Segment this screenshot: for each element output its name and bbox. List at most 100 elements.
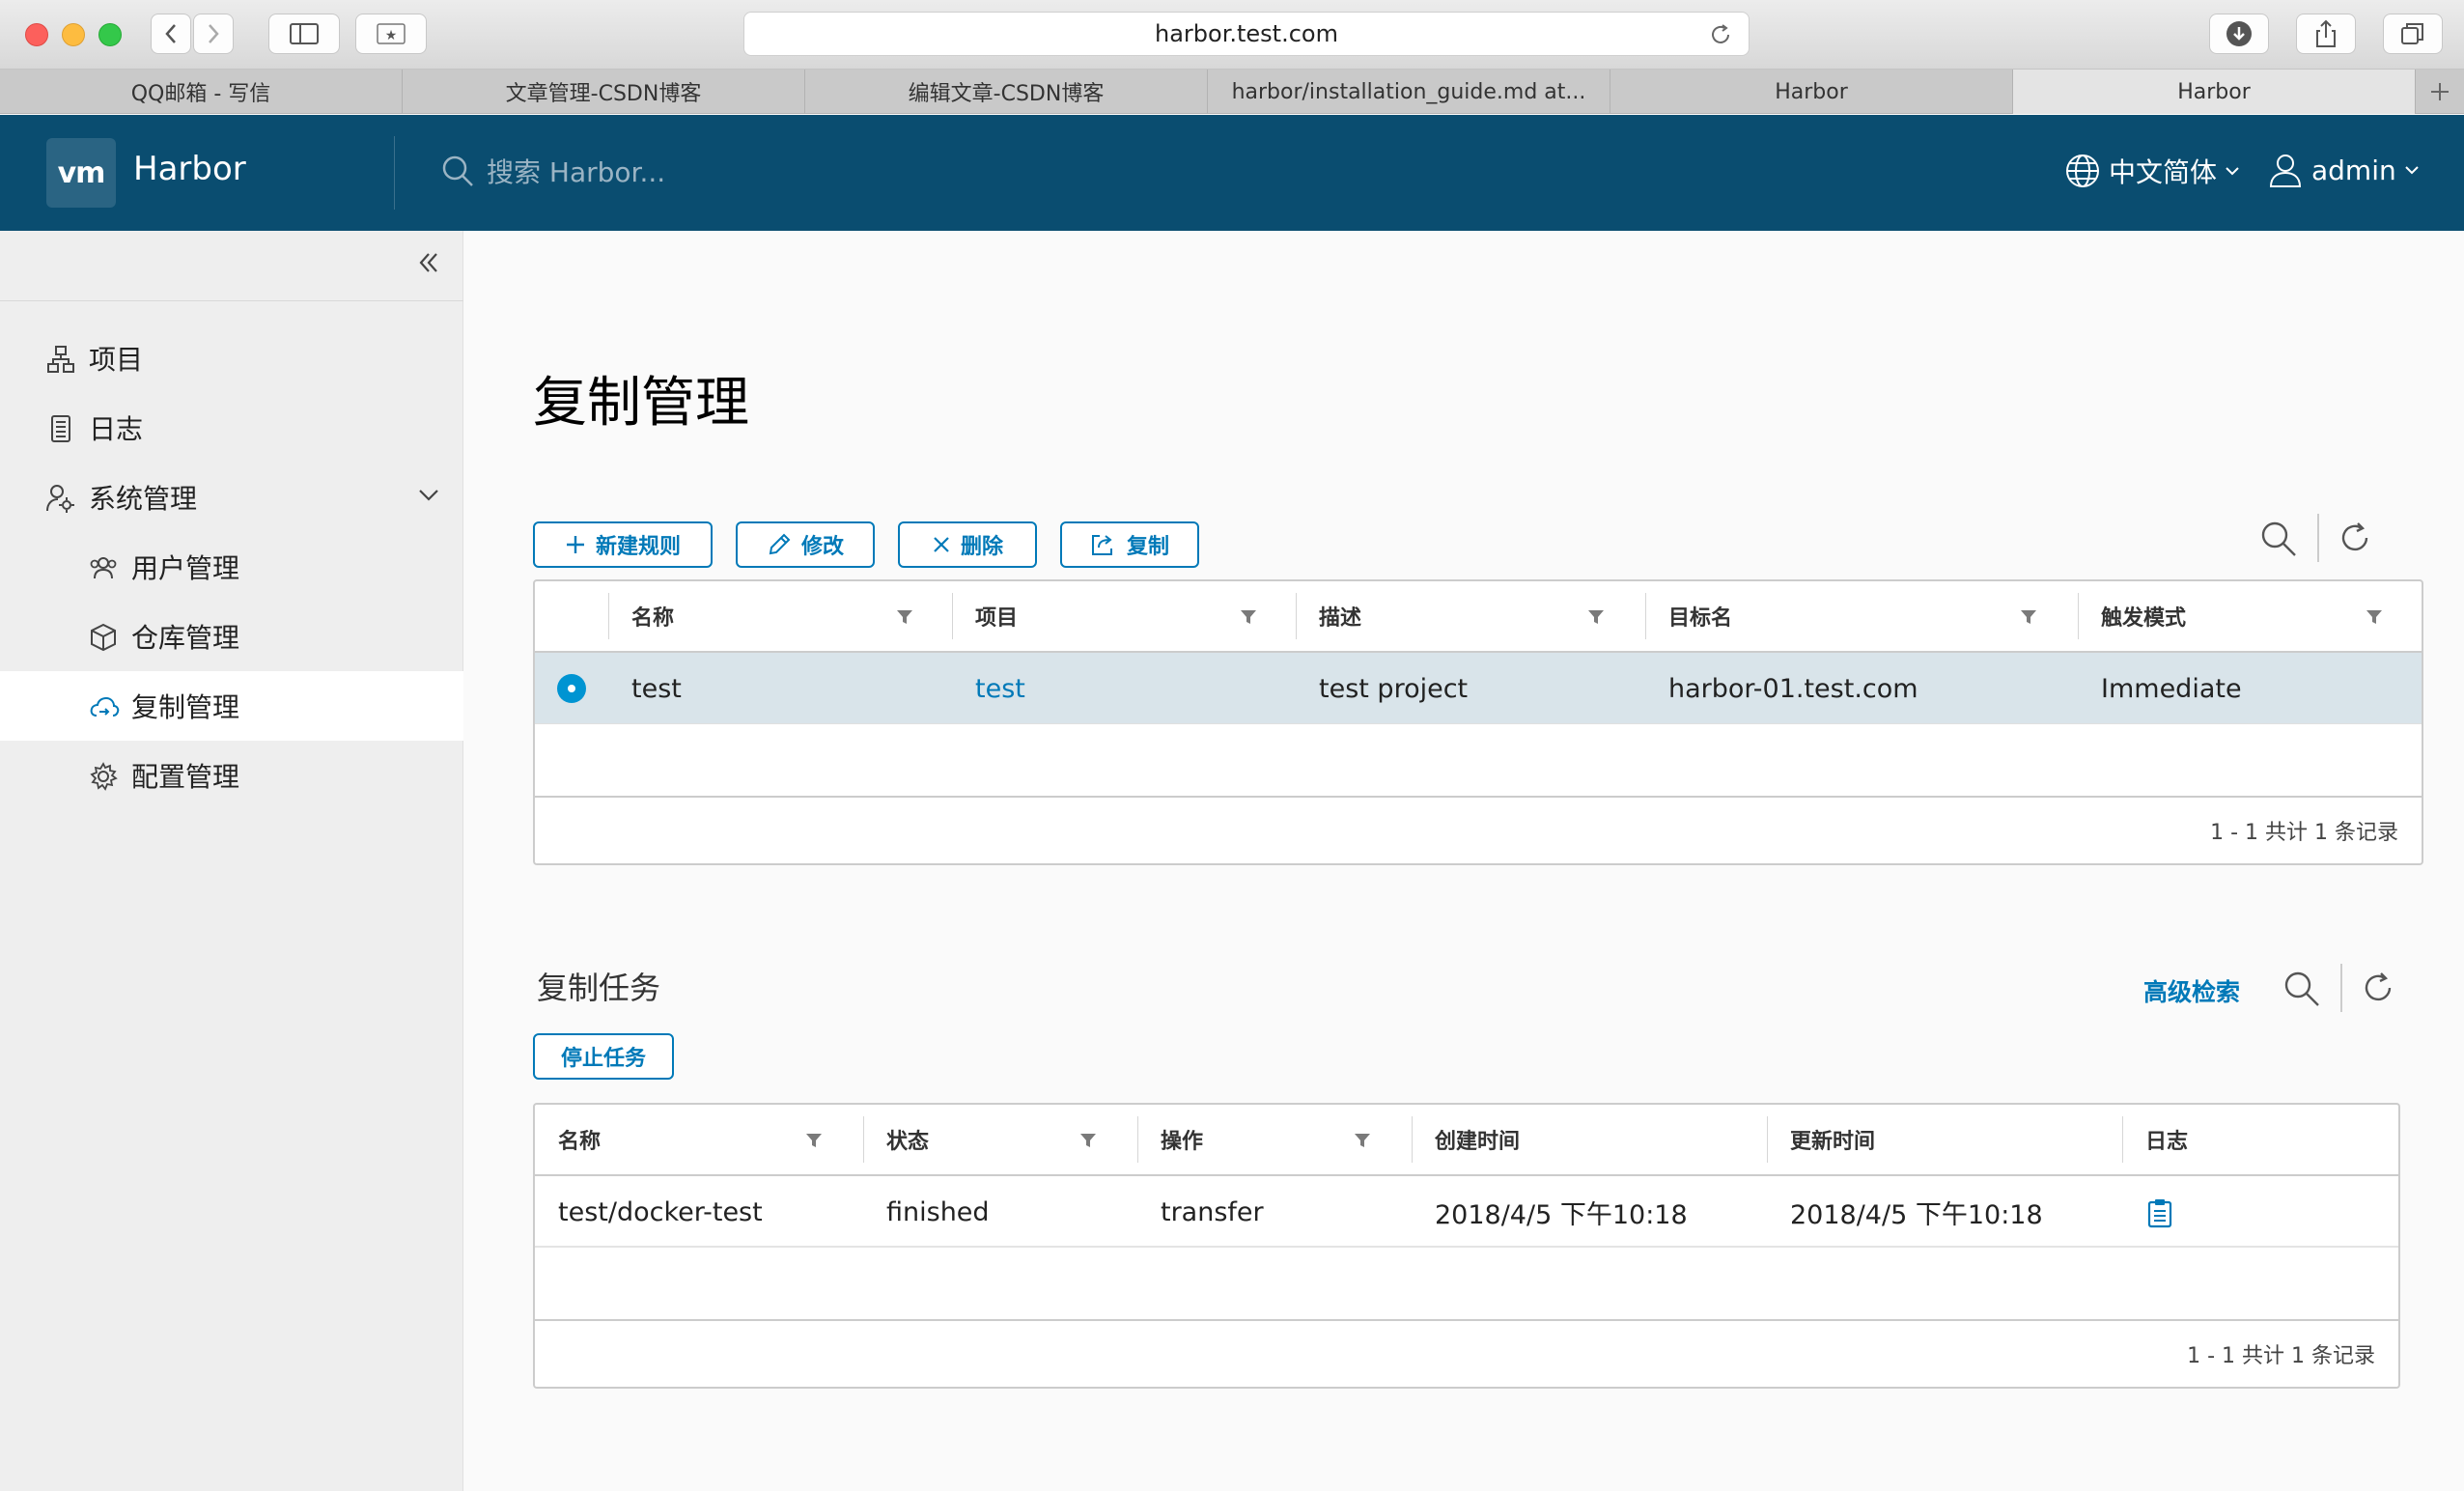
filter-icon[interactable] — [1240, 608, 1257, 626]
export-icon — [1091, 535, 1112, 555]
replication-jobs-table: 名称 状态 操作 创建时间 更新时间 日志 test/docker-test f… — [533, 1103, 2400, 1389]
column-header-trigger[interactable]: 触发模式 — [2101, 581, 2186, 651]
sidebar-item-label: 仓库管理 — [131, 622, 240, 654]
project-icon — [47, 346, 74, 373]
sidebar-item-registries[interactable]: 仓库管理 — [0, 602, 463, 671]
registry-icon — [91, 623, 116, 652]
minimize-window-button[interactable] — [62, 23, 85, 46]
column-header-status[interactable]: 状态 — [886, 1105, 929, 1174]
advanced-search-link[interactable]: 高级检索 — [2143, 973, 2240, 1008]
plus-icon — [2431, 82, 2449, 100]
cell-trigger: Immediate — [2101, 673, 2242, 704]
column-header-name[interactable]: 名称 — [558, 1105, 601, 1174]
browser-titlebar: ★ harbor.test.com — [0, 0, 2464, 70]
table-row-selected[interactable]: test test test project harbor-01.test.co… — [535, 653, 2422, 724]
svg-text:★: ★ — [385, 28, 398, 43]
downloads-button[interactable] — [2209, 14, 2269, 54]
back-button[interactable] — [151, 14, 191, 54]
close-window-button[interactable] — [25, 23, 48, 46]
admin-icon — [46, 485, 74, 513]
chevron-left-icon — [165, 24, 176, 43]
column-divider — [1645, 593, 1646, 639]
column-header-created[interactable]: 创建时间 — [1435, 1105, 1520, 1174]
refresh-icon[interactable] — [2337, 520, 2373, 556]
tab-label: 文章管理-CSDN博客 — [505, 82, 702, 106]
sidebar-item-label: 用户管理 — [131, 552, 240, 584]
browser-tab[interactable]: 编辑文章-CSDN博客 — [805, 70, 1208, 114]
filter-icon[interactable] — [1587, 608, 1605, 626]
sidebar-toggle-button[interactable] — [268, 14, 340, 54]
cell-target: harbor-01.test.com — [1668, 673, 1918, 704]
column-header-target[interactable]: 目标名 — [1668, 581, 1732, 651]
sidebar-item-users[interactable]: 用户管理 — [0, 532, 463, 602]
tabs-icon — [2401, 23, 2423, 44]
new-rule-button[interactable]: 新建规则 — [533, 521, 713, 568]
share-button[interactable] — [2296, 14, 2356, 54]
tabs-overview-button[interactable] — [2383, 14, 2443, 54]
stop-jobs-button[interactable]: 停止任务 — [533, 1033, 674, 1080]
row-radio-selected[interactable] — [556, 673, 587, 704]
tab-label: 编辑文章-CSDN博客 — [908, 82, 1105, 106]
column-header-name[interactable]: 名称 — [631, 581, 674, 651]
sidebar-item-logs[interactable]: 日志 — [0, 393, 463, 463]
new-tab-button[interactable] — [2416, 70, 2464, 113]
search-icon[interactable] — [2282, 970, 2321, 1008]
user-menu[interactable]: admin — [2267, 152, 2420, 188]
filter-icon[interactable] — [1079, 1132, 1097, 1149]
edit-button[interactable]: 修改 — [736, 521, 875, 568]
page-title: 复制管理 — [533, 372, 749, 435]
column-header-updated[interactable]: 更新时间 — [1790, 1105, 1875, 1174]
filter-icon[interactable] — [1354, 1132, 1371, 1149]
vmware-logo[interactable]: vm — [46, 138, 116, 208]
chevron-down-icon[interactable] — [417, 488, 440, 503]
browser-tab[interactable]: harbor/installation_guide.md at... — [1208, 70, 1610, 114]
reload-icon[interactable] — [1708, 22, 1733, 47]
collapse-sidebar-icon[interactable] — [416, 250, 441, 275]
language-switcher[interactable]: 中文简体 — [2064, 152, 2240, 190]
refresh-icon[interactable] — [2360, 970, 2396, 1006]
global-search[interactable]: 搜索 Harbor... — [440, 152, 665, 190]
header-divider — [394, 136, 395, 210]
sidebar-item-label: 配置管理 — [131, 761, 240, 793]
filter-icon[interactable] — [805, 1132, 823, 1149]
forward-button[interactable] — [193, 14, 234, 54]
filter-icon[interactable] — [896, 608, 913, 626]
browser-tab-active[interactable]: Harbor — [2013, 70, 2416, 114]
browser-tab[interactable]: QQ邮箱 - 写信 — [0, 70, 403, 114]
brand-title[interactable]: Harbor — [133, 150, 246, 188]
column-divider — [952, 593, 953, 639]
clipboard-icon[interactable] — [2147, 1197, 2172, 1228]
replication-icon — [90, 696, 120, 717]
sidebar-item-projects[interactable]: 项目 — [0, 324, 463, 393]
sidebar-item-label: 复制管理 — [131, 691, 240, 723]
cell-updated: 2018/4/5 下午10:18 — [1790, 1199, 2043, 1230]
pencil-icon — [769, 533, 791, 555]
address-bar[interactable]: harbor.test.com — [743, 12, 1750, 56]
tab-label: harbor/installation_guide.md at... — [1231, 79, 1586, 104]
column-divider — [1412, 1116, 1413, 1163]
toolbar-divider — [2340, 964, 2342, 1012]
sidebar-item-label: 系统管理 — [89, 483, 198, 515]
replicate-button[interactable]: 复制 — [1060, 521, 1199, 568]
share-icon — [2316, 19, 2336, 47]
column-divider — [1296, 593, 1297, 639]
delete-button[interactable]: 删除 — [898, 521, 1037, 568]
column-header-project[interactable]: 项目 — [975, 581, 1018, 651]
column-header-description[interactable]: 描述 — [1319, 581, 1361, 651]
column-divider — [2078, 593, 2079, 639]
sidebar-divider — [0, 300, 463, 301]
bookmarks-button[interactable]: ★ — [355, 14, 427, 54]
zoom-window-button[interactable] — [98, 23, 122, 46]
browser-tab[interactable]: 文章管理-CSDN博客 — [403, 70, 805, 114]
filter-icon[interactable] — [2366, 608, 2383, 626]
cell-project-link[interactable]: test — [975, 653, 1025, 724]
cell-operation: transfer — [1161, 1196, 1264, 1227]
sidebar-item-configuration[interactable]: 配置管理 — [0, 741, 463, 810]
browser-tab[interactable]: Harbor — [1610, 70, 2013, 114]
cell-name: test — [631, 673, 682, 704]
filter-icon[interactable] — [2020, 608, 2037, 626]
column-header-operation[interactable]: 操作 — [1161, 1105, 1203, 1174]
search-icon[interactable] — [2259, 520, 2298, 558]
sidebar-item-replication[interactable]: 复制管理 — [0, 671, 463, 741]
sidebar-item-administration[interactable]: 系统管理 — [0, 463, 463, 532]
